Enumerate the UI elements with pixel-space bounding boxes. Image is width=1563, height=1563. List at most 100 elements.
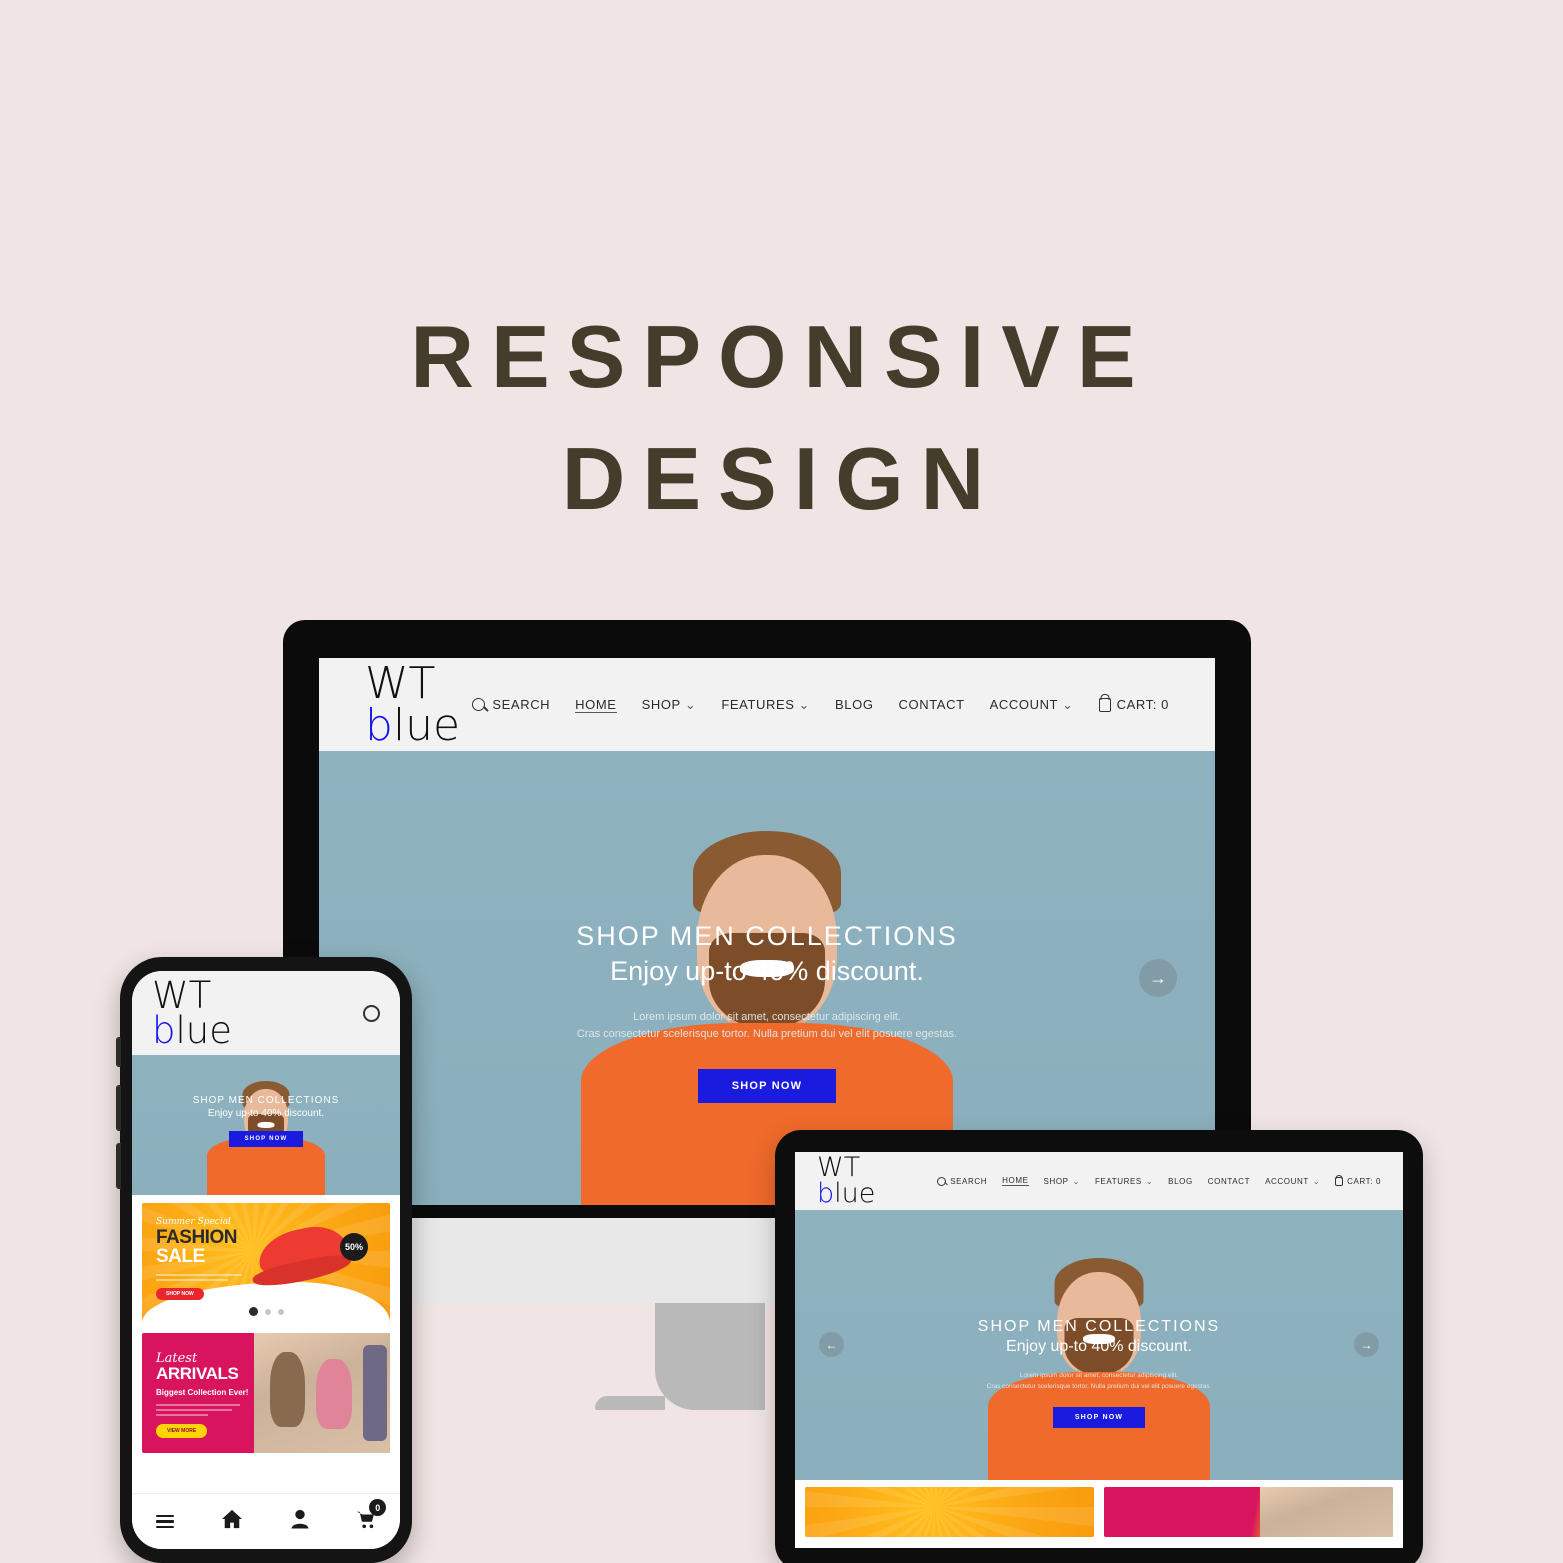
- fashion-title-line1: FASHION: [156, 1227, 237, 1248]
- promo-fashion-sale-banner[interactable]: 50% Summer Special FASHION SALE SHOP NOW: [142, 1203, 390, 1323]
- nav-shop[interactable]: SHOP ⌄: [1044, 1177, 1080, 1186]
- nav-cart[interactable]: CART: 0: [1335, 1176, 1381, 1186]
- nav-blog[interactable]: BLOG: [1168, 1177, 1193, 1186]
- slider-dot-3[interactable]: [277, 1308, 284, 1315]
- monitor-stand: [595, 1303, 765, 1410]
- clothing-rack: [362, 1345, 388, 1441]
- hero-body-line2: Cras consectetur scelerisque tortor. Nul…: [986, 1383, 1212, 1390]
- logo-bottom: blue: [152, 1012, 232, 1049]
- nav-features[interactable]: FEATURES ⌄: [1095, 1177, 1153, 1186]
- tablet-hero-slider: SHOP MEN COLLECTIONS Enjoy up-to 40% dis…: [795, 1210, 1403, 1480]
- cart-icon[interactable]: 0: [356, 1499, 387, 1534]
- arrivals-text-placeholder-line: [156, 1414, 208, 1416]
- nav-cart-count: 0: [1161, 697, 1169, 712]
- nav-cart[interactable]: CART: 0: [1098, 697, 1169, 712]
- slider-dot-2[interactable]: [264, 1308, 271, 1315]
- hero-body: Lorem ipsum dolor sit amet, consectetur …: [319, 1009, 1215, 1043]
- account-icon[interactable]: [291, 1509, 309, 1534]
- desktop-site-header: WT blue SEARCH HOME SHOP ⌄ FEATURES ⌄ BLOG…: [319, 658, 1215, 751]
- nav-blog-label: BLOG: [1168, 1176, 1193, 1186]
- nav-cart-count: 0: [1375, 1176, 1381, 1186]
- nav-search-label: SEARCH: [492, 697, 551, 712]
- chevron-down-icon: ⌄: [1062, 696, 1074, 712]
- arrivals-view-more-button[interactable]: VIEW MORE: [156, 1424, 208, 1438]
- slider-dot-1[interactable]: [248, 1307, 258, 1316]
- nav-cart-label: CART:: [1116, 697, 1157, 712]
- phone-silent-switch[interactable]: [116, 1037, 121, 1067]
- shoppers-photo: [253, 1333, 390, 1453]
- nav-contact[interactable]: CONTACT: [899, 697, 965, 712]
- nav-contact[interactable]: CONTACT: [1208, 1177, 1250, 1186]
- hero-body-line1: Lorem ipsum dolor sit amet, consectetur …: [1019, 1372, 1179, 1379]
- hero-shop-now-button[interactable]: SHOP NOW: [228, 1131, 304, 1147]
- desktop-monitor-mockup: WT blue SEARCH HOME SHOP ⌄ FEATURES ⌄ BLOG…: [283, 620, 1251, 1205]
- nav-contact-label: CONTACT: [1207, 1176, 1251, 1186]
- search-icon[interactable]: [363, 1004, 380, 1022]
- fashion-copy: Summer Special FASHION SALE SHOP NOW: [156, 1217, 276, 1300]
- fashion-shop-now-button[interactable]: SHOP NOW: [156, 1288, 204, 1300]
- logo[interactable]: WT blue: [365, 661, 460, 747]
- arrivals-text-placeholder-line: [156, 1404, 240, 1406]
- promo-latest-arrivals-banner[interactable]: Latest ARRIVALS Biggest Collection Ever!…: [142, 1333, 390, 1453]
- hero-copy: SHOP MEN COLLECTIONS Enjoy up-to 40% dis…: [319, 751, 1215, 1103]
- tablet-site-header: WT blue SEARCH HOME SHOP ⌄ FEATURES ⌄ BLOG…: [795, 1152, 1403, 1210]
- page-title-line1: RESPONSIVE: [410, 307, 1153, 406]
- hero-body: Lorem ipsum dolor sit amet, consectetur …: [795, 1370, 1403, 1392]
- hero-copy: SHOP MEN COLLECTIONS Enjoy up-to 40% dis…: [132, 1055, 400, 1147]
- nav-home[interactable]: HOME: [1002, 1176, 1029, 1186]
- logo[interactable]: WT blue: [817, 1155, 875, 1207]
- nav-search-label: SEARCH: [950, 1176, 988, 1186]
- logo[interactable]: WT blue: [152, 973, 232, 1049]
- nav-search[interactable]: SEARCH: [937, 1176, 988, 1186]
- nav-features[interactable]: FEATURES ⌄: [721, 697, 810, 713]
- logo-top: WT: [152, 973, 212, 1017]
- hero-subtitle: Enjoy up-to 40% discount.: [1006, 1338, 1192, 1355]
- home-icon[interactable]: [221, 1509, 243, 1534]
- hero-next-arrow-button[interactable]: →: [1139, 959, 1177, 997]
- phone-volume-down-button[interactable]: [116, 1143, 121, 1189]
- slider-dots[interactable]: [142, 1307, 390, 1316]
- promo-latest-arrivals-banner[interactable]: [1104, 1487, 1393, 1537]
- mobile-content: 50% Summer Special FASHION SALE SHOP NOW: [132, 1195, 400, 1493]
- arrivals-copy: Latest ARRIVALS Biggest Collection Ever!…: [156, 1351, 274, 1438]
- logo-letter-b: b: [152, 1009, 176, 1052]
- hero-title: SHOP MEN COLLECTIONS: [192, 1095, 340, 1106]
- nav-search[interactable]: SEARCH: [472, 697, 550, 712]
- chevron-down-icon: ⌄: [1312, 1176, 1321, 1186]
- promo-fashion-sale-banner[interactable]: [805, 1487, 1094, 1537]
- fashion-text-placeholder-line: [156, 1279, 228, 1281]
- hero-shop-now-button[interactable]: SHOP NOW: [697, 1069, 837, 1103]
- hero-body-line2: Cras consectetur scelerisque tortor. Nul…: [576, 1028, 958, 1040]
- chevron-down-icon: ⌄: [1145, 1176, 1154, 1186]
- nav-blog[interactable]: BLOG: [835, 697, 874, 712]
- arrivals-subtitle: Biggest Collection Ever!: [156, 1388, 249, 1397]
- search-icon: [472, 698, 486, 711]
- arrivals-title: ARRIVALS: [156, 1364, 239, 1383]
- nav-shop[interactable]: SHOP ⌄: [642, 697, 697, 713]
- mobile-hero-slider: SHOP MEN COLLECTIONS Enjoy up-to 40% dis…: [132, 1055, 400, 1195]
- arrivals-text-placeholder-line: [156, 1409, 232, 1411]
- chevron-down-icon: ⌄: [798, 696, 811, 712]
- nav-account-label: ACCOUNT: [989, 697, 1059, 712]
- phone-volume-up-button[interactable]: [116, 1085, 121, 1131]
- nav-home[interactable]: HOME: [575, 697, 617, 713]
- logo-rest: lue: [392, 699, 461, 751]
- desktop-screen: WT blue SEARCH HOME SHOP ⌄ FEATURES ⌄ BLOG…: [319, 658, 1215, 1205]
- hero-title: SHOP MEN COLLECTIONS: [576, 921, 958, 951]
- nav-home-label: HOME: [1002, 1176, 1029, 1185]
- nav-account-label: ACCOUNT: [1265, 1176, 1309, 1186]
- nav-contact-label: CONTACT: [898, 697, 965, 712]
- hero-prev-arrow-button[interactable]: ←: [819, 1332, 844, 1357]
- mobile-site-header: WT blue: [132, 971, 400, 1055]
- menu-icon[interactable]: [155, 1512, 174, 1531]
- hero-next-arrow-button[interactable]: →: [1354, 1332, 1379, 1357]
- tablet-nav: SEARCH HOME SHOP ⌄ FEATURES ⌄ BLOG CONTACT…: [937, 1176, 1381, 1186]
- nav-account[interactable]: ACCOUNT ⌄: [990, 697, 1074, 713]
- hero-shop-now-button[interactable]: SHOP NOW: [1052, 1407, 1146, 1428]
- nav-account[interactable]: ACCOUNT ⌄: [1265, 1177, 1320, 1186]
- nav-features-label: FEATURES: [721, 697, 795, 712]
- fashion-title-line2: SALE: [156, 1246, 205, 1267]
- logo-letter-b: b: [365, 699, 393, 751]
- fashion-eyebrow: Summer Special: [156, 1217, 231, 1227]
- shopping-bag-icon: [1335, 1176, 1344, 1186]
